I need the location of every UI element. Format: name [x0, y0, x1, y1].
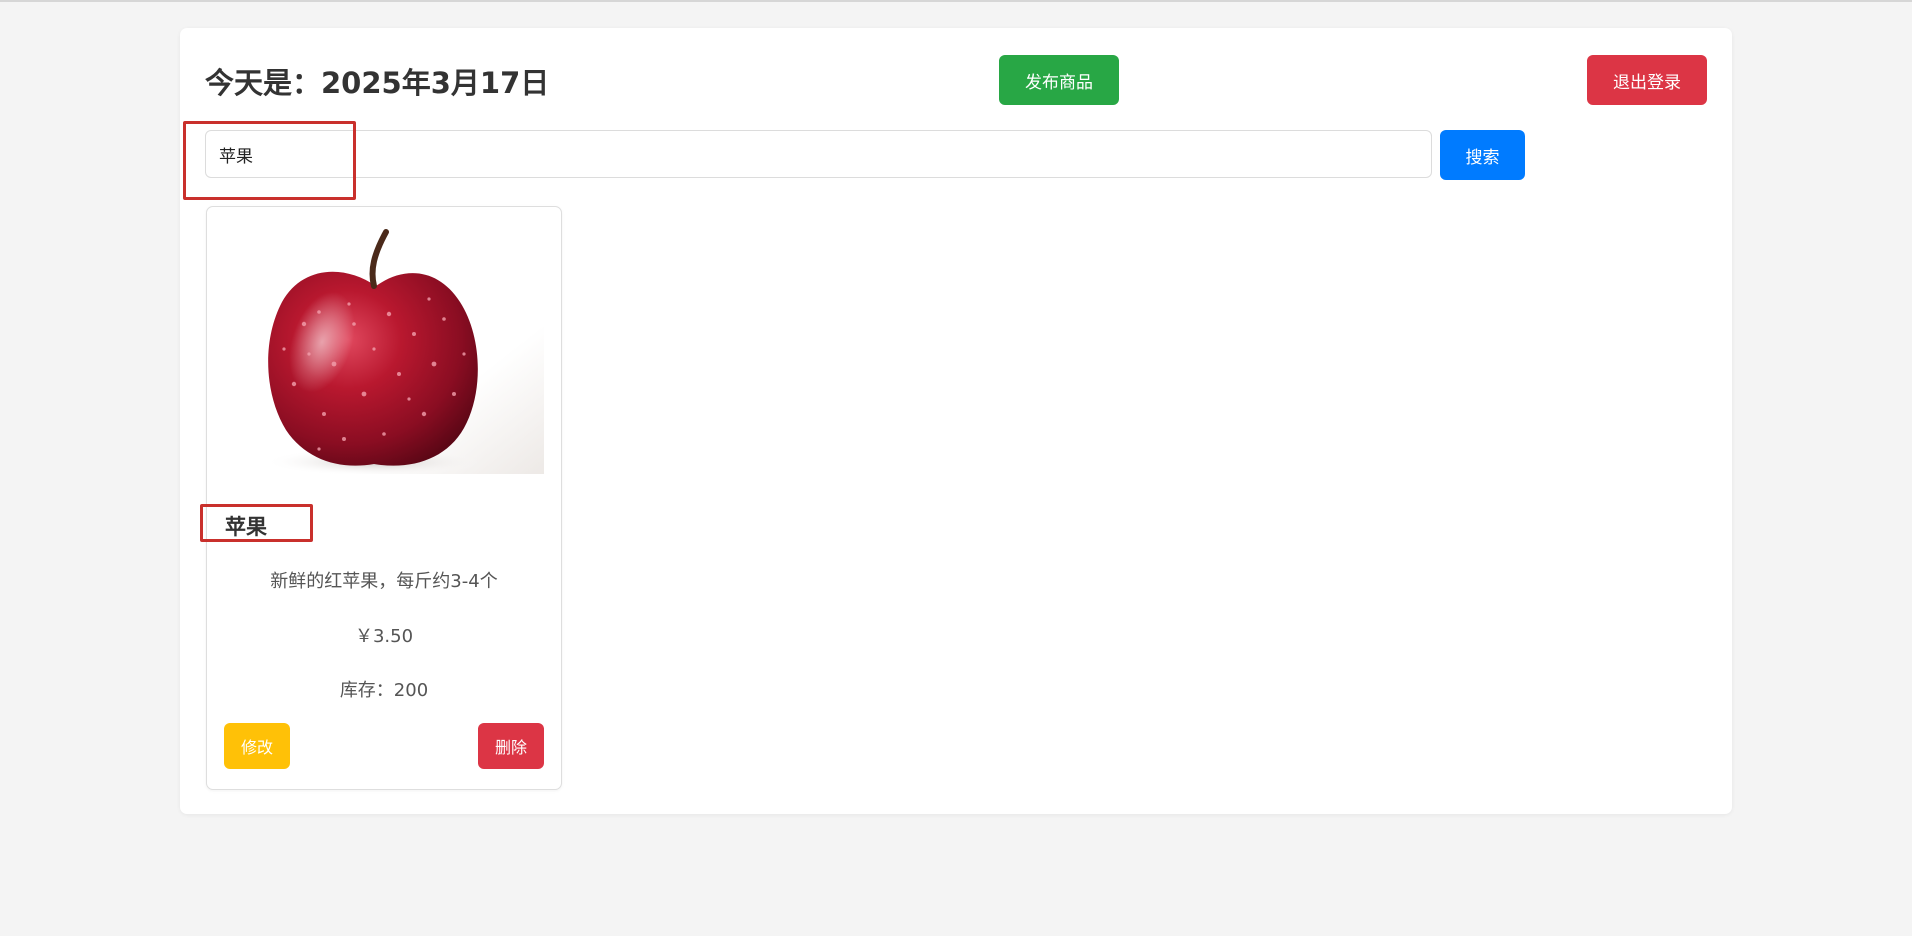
product-name: 苹果	[225, 515, 267, 539]
product-stock: 库存：200	[339, 680, 429, 701]
date-title: 今天是：2025年3月17日	[205, 66, 550, 100]
edit-button[interactable]: 修改	[224, 723, 290, 769]
product-card: 苹果 新鲜的红苹果，每斤约3-4个 ￥3.50 库存：200 修改 删除	[200, 206, 562, 790]
apple-image	[224, 224, 544, 474]
product-price: ￥3.50	[354, 626, 414, 647]
apple-product-image	[224, 224, 544, 474]
main-panel: 今天是：2025年3月17日 发布商品 退出登录 搜索	[180, 28, 1732, 814]
search-input[interactable]	[205, 130, 1432, 178]
logout-button[interactable]: 退出登录	[1587, 55, 1707, 105]
search-button[interactable]: 搜索	[1440, 130, 1525, 180]
delete-button[interactable]: 删除	[478, 723, 544, 769]
product-description: 新鲜的红苹果，每斤约3-4个	[270, 571, 498, 592]
publish-product-button[interactable]: 发布商品	[999, 55, 1119, 105]
